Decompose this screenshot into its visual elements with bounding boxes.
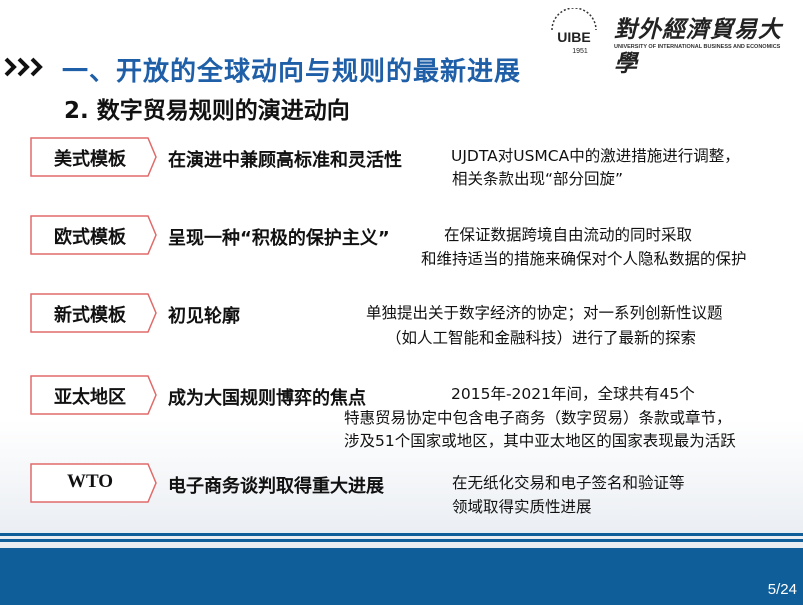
footer-band [0,548,803,605]
row-desc-line: 在无纸化交易和电子签名和验证等 [452,474,685,492]
row-heading: 初见轮廓 [168,306,240,327]
row-heading: 在演进中兼顾高标准和灵活性 [168,150,402,171]
footer-stripe [0,539,803,542]
footer-stripe [0,533,803,536]
slide-title: 一、开放的全球动向与规则的最新进展 [62,57,522,87]
row-desc-line: UJDTA对USMCA中的激进措施进行调整， [451,147,740,165]
row-desc-line: 单独提出关于数字经济的协定；对一系列创新性议题 [366,304,723,322]
tag-new-template: 新式模板 [30,293,158,333]
tag-label: 欧式模板 [54,227,126,248]
university-logo: UIBE 1951 對外經濟貿易大學 UNIVERSITY OF INTERNA… [548,6,798,77]
tag-us-template: 美式模板 [30,137,158,177]
row-desc-line: 和维持适当的措施来确保对个人隐私数据的保护 [421,250,747,268]
tag-label: WTO [66,471,114,492]
tag-label: 亚太地区 [54,387,126,408]
page-number: 5/24 [767,581,797,598]
row-desc-line: 特惠贸易协定中包含电子商务（数字贸易）条款或章节， [344,409,732,427]
row-desc-line: 领域取得实质性进展 [452,498,592,516]
row-heading: 成为大国规则博弈的焦点 [168,388,366,409]
tag-label: 美式模板 [54,149,126,170]
seal-year: 1951 [572,48,588,55]
row-desc-line: （如人工智能和金融科技）进行了最新的探索 [386,329,697,347]
seal-text: UIBE [557,29,590,45]
row-desc-line: 2015年-2021年间，全球共有45个 [451,385,695,403]
row-desc-line: 相关条款出现“部分回旋” [452,170,624,188]
row-desc-line: 涉及51个国家或地区，其中亚太地区的国家表现最为活跃 [344,432,736,450]
row-desc-line: 在保证数据跨境自由流动的同时采取 [444,226,693,244]
tag-eu-template: 欧式模板 [30,215,158,255]
triple-chevron-icon [4,57,43,77]
slide-subtitle: 2. 数字贸易规则的演进动向 [64,98,350,124]
tag-label: 新式模板 [54,305,126,326]
tag-asia-pacific: 亚太地区 [30,375,158,415]
university-seal-icon: UIBE 1951 [551,8,597,55]
row-heading: 呈现一种“积极的保护主义” [168,228,390,249]
university-name-en: UNIVERSITY OF INTERNATIONAL BUSINESS AND… [614,44,781,50]
row-heading: 电子商务谈判取得重大进展 [168,476,384,497]
tag-wto: WTO [30,463,158,503]
